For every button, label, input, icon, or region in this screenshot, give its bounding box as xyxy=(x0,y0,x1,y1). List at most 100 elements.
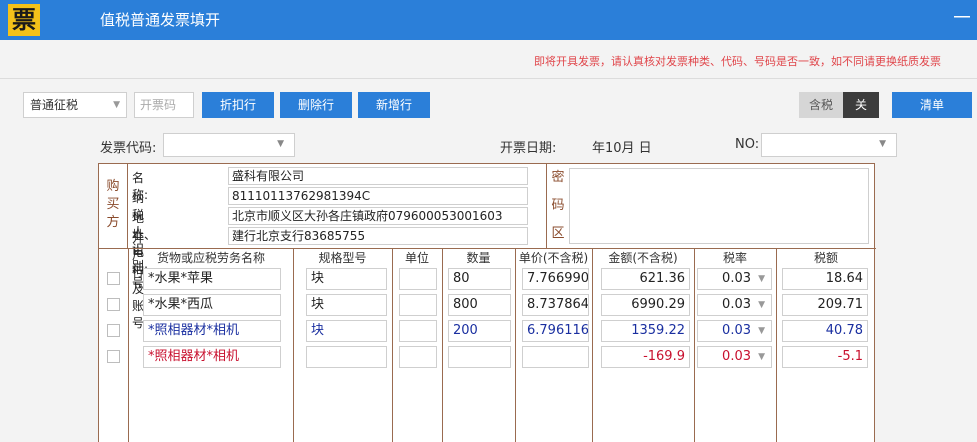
invoice-no-label: NO: xyxy=(735,137,760,152)
discount-row-button[interactable]: 折扣行 xyxy=(202,92,274,118)
buyer-name-field[interactable]: 盛科有限公司 xyxy=(228,167,528,185)
cell-tax-value: -5.1 xyxy=(837,349,863,364)
cell-amount[interactable]: -169.9 xyxy=(601,346,690,368)
cell-tax[interactable]: 18.64 xyxy=(782,268,868,290)
cell-rate[interactable]: 0.03 ▼ xyxy=(697,346,772,368)
column-divider xyxy=(592,248,593,442)
cell-price[interactable]: 6.796116 xyxy=(522,320,589,342)
buyer-taxid-field[interactable]: 81110113762981394C xyxy=(228,187,528,205)
cell-rate[interactable]: 0.03 ▼ xyxy=(697,320,772,342)
cell-spec[interactable]: 块 xyxy=(306,268,387,290)
chevron-down-icon: ▼ xyxy=(277,139,284,149)
cell-spec-value: 块 xyxy=(311,297,325,312)
cell-spec-value: 块 xyxy=(311,323,325,338)
invoice-type-select[interactable]: 普通征税 ▼ xyxy=(23,92,127,118)
row-checkbox[interactable] xyxy=(107,298,120,311)
column-divider xyxy=(293,248,294,442)
warning-message: 即将开具发票，请认真核对发票种类、代码、号码是否一致，如不同请更换纸质发票 xyxy=(534,55,941,68)
cell-qty[interactable]: 200 xyxy=(448,320,511,342)
cell-price[interactable]: 7.766990 xyxy=(522,268,589,290)
cell-tax-value: 209.71 xyxy=(817,297,864,312)
cell-spec[interactable]: 块 xyxy=(306,320,387,342)
chevron-down-icon: ▼ xyxy=(758,300,765,310)
cell-spec[interactable]: 块 xyxy=(306,294,387,316)
col-header-price: 单价(不含税) xyxy=(518,251,589,265)
col-header-spec: 规格型号 xyxy=(318,251,367,265)
clear-list-button[interactable]: 清单 xyxy=(892,92,972,118)
buyer-section-tag: 购买方 xyxy=(99,164,128,248)
cell-price-value: 6.796116 xyxy=(527,323,589,338)
buyer-info: 名 称: 盛科有限公司 纳税人识别号: 81110113762981394C 地… xyxy=(128,164,547,330)
cell-spec[interactable] xyxy=(306,346,387,368)
minimize-icon[interactable]: － xyxy=(951,0,973,38)
title-bar: 票 值税普通发票填开 － xyxy=(0,0,977,40)
cell-name-value: *水果*西瓜 xyxy=(148,297,214,312)
delete-row-button[interactable]: 删除行 xyxy=(280,92,352,118)
buyer-address-field[interactable]: 北京市顺义区大孙各庄镇政府079600053001603 xyxy=(228,207,528,225)
cell-rate[interactable]: 0.03 ▼ xyxy=(697,268,772,290)
cell-price[interactable]: 8.737864 xyxy=(522,294,589,316)
cell-tax[interactable]: -5.1 xyxy=(782,346,868,368)
column-divider xyxy=(515,248,516,442)
add-row-button[interactable]: 新增行 xyxy=(358,92,430,118)
column-divider xyxy=(128,248,129,442)
col-header-qty: 数量 xyxy=(466,251,491,265)
cipher-section-tag: 密 码 区 xyxy=(547,164,569,248)
cell-qty[interactable] xyxy=(448,346,511,368)
invoice-date-value: 年10月 日 xyxy=(592,141,652,156)
cell-qty-value: 80 xyxy=(453,271,470,286)
chevron-down-icon: ▼ xyxy=(113,100,120,110)
invoice-app-icon: 票 xyxy=(8,4,40,36)
cell-unit[interactable] xyxy=(399,346,437,368)
cell-name-value: *照相器材*相机 xyxy=(148,323,240,338)
cell-name[interactable]: *水果*西瓜 xyxy=(143,294,281,316)
cell-amount-value: 1359.22 xyxy=(631,323,685,338)
column-divider xyxy=(392,248,393,442)
row-checkbox[interactable] xyxy=(107,272,120,285)
cell-unit[interactable] xyxy=(399,268,437,290)
cell-rate-value: 0.03 xyxy=(722,297,751,312)
cell-amount[interactable]: 1359.22 xyxy=(601,320,690,342)
cell-amount[interactable]: 6990.29 xyxy=(601,294,690,316)
col-header-name: 货物或应税劳务名称 xyxy=(156,251,265,265)
cell-qty[interactable]: 800 xyxy=(448,294,511,316)
chevron-down-icon: ▼ xyxy=(758,274,765,284)
invoice-type-value: 普通征税 xyxy=(30,98,79,112)
invoice-code-select[interactable]: ▼ xyxy=(163,133,295,157)
cell-qty[interactable]: 80 xyxy=(448,268,511,290)
cell-amount[interactable]: 621.36 xyxy=(601,268,690,290)
row-checkbox[interactable] xyxy=(107,324,120,337)
cell-price[interactable] xyxy=(522,346,589,368)
col-header-rate: 税率 xyxy=(722,251,747,265)
cell-name[interactable]: *照相器材*相机 xyxy=(143,346,281,368)
cell-spec-value: 块 xyxy=(311,271,325,286)
cell-unit[interactable] xyxy=(399,320,437,342)
tax-included-toggle[interactable]: 含税 xyxy=(799,92,843,118)
cell-rate-value: 0.03 xyxy=(722,271,751,286)
invoice-no-select[interactable]: ▼ xyxy=(761,133,897,157)
invoice-code-input[interactable]: 开票码 xyxy=(134,92,194,118)
column-divider xyxy=(776,248,777,442)
invoice-form: 购买方 名 称: 盛科有限公司 纳税人识别号: 8111011376298139… xyxy=(98,163,876,442)
cell-amount-value: 621.36 xyxy=(639,271,686,286)
cell-name[interactable]: *照相器材*相机 xyxy=(143,320,281,342)
invoice-code-label: 发票代码: xyxy=(100,141,157,156)
cell-unit[interactable] xyxy=(399,294,437,316)
cell-tax-value: 40.78 xyxy=(825,323,863,338)
buyer-bank-field[interactable]: 建行北京支行83685755 xyxy=(228,227,528,245)
col-header-tax: 税额 xyxy=(813,251,838,265)
cipher-area xyxy=(569,168,869,244)
chevron-down-icon: ▼ xyxy=(758,352,765,362)
cell-tax-value: 18.64 xyxy=(825,271,863,286)
cipher-tag-char: 密 xyxy=(551,170,565,185)
cell-name[interactable]: *水果*苹果 xyxy=(143,268,281,290)
tax-included-state[interactable]: 关 xyxy=(843,92,879,118)
cell-tax[interactable]: 40.78 xyxy=(782,320,868,342)
cell-rate[interactable]: 0.03 ▼ xyxy=(697,294,772,316)
cell-tax[interactable]: 209.71 xyxy=(782,294,868,316)
row-checkbox[interactable] xyxy=(107,350,120,363)
col-header-amount: 金额(不含税) xyxy=(608,251,678,265)
cell-price-value: 8.737864 xyxy=(527,297,589,312)
invoice-date-label: 开票日期: xyxy=(500,141,557,156)
chevron-down-icon: ▼ xyxy=(758,326,765,336)
